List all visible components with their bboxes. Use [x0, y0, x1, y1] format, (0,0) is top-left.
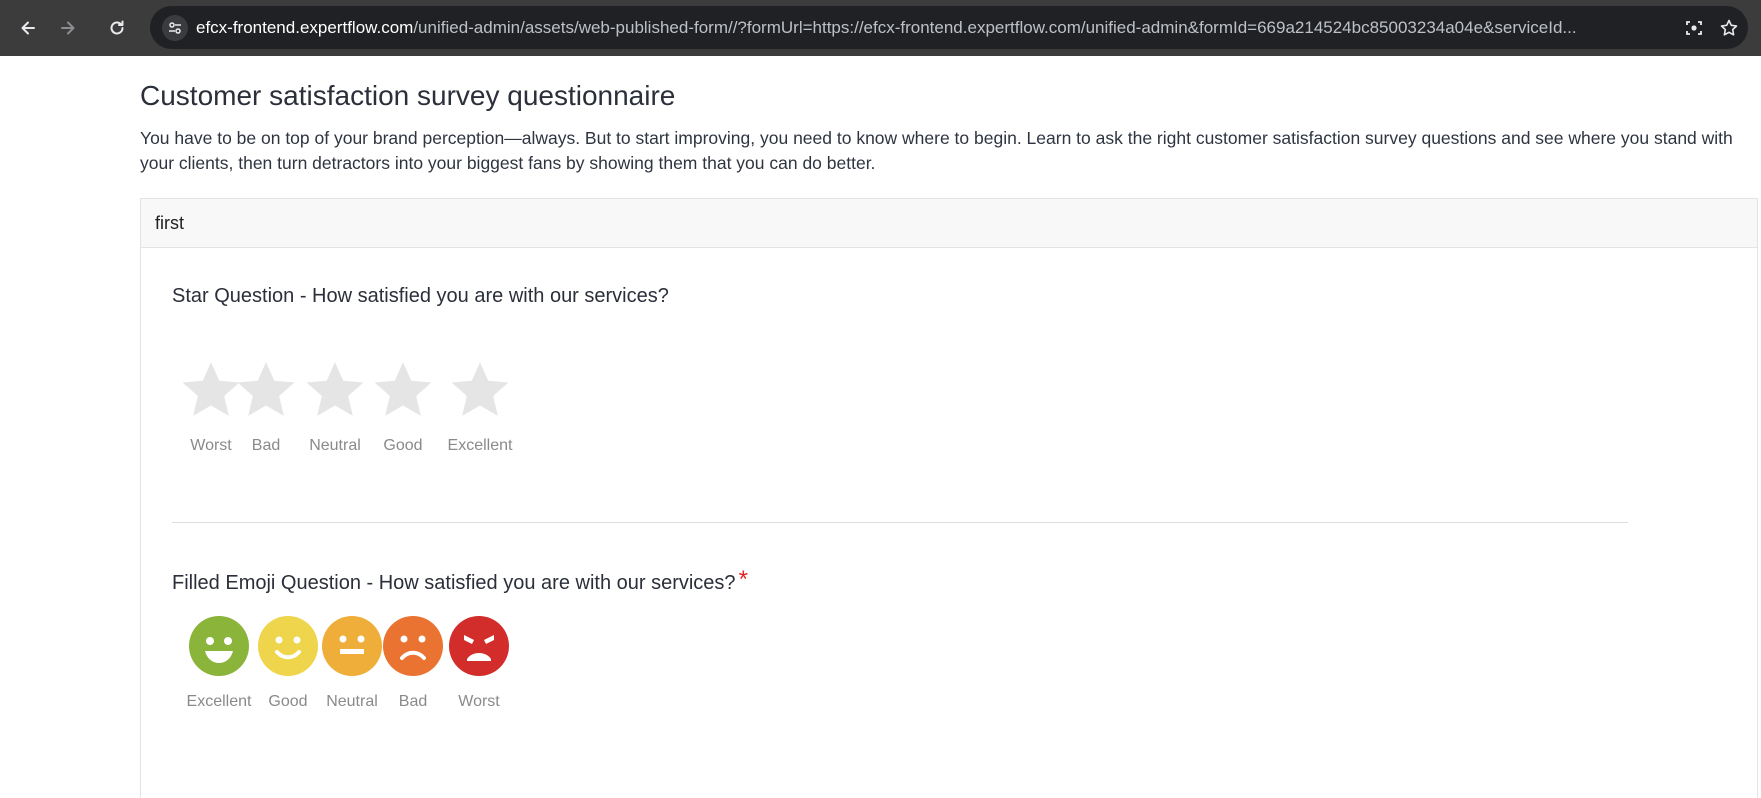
rating-label: Neutral [309, 437, 361, 454]
arrow-right-icon [61, 21, 75, 35]
star-icon [451, 362, 509, 416]
angry-face-icon [449, 616, 509, 676]
arrow-left-icon [21, 21, 35, 35]
address-bar[interactable]: efcx-frontend.expertflow.com/unified-adm… [150, 6, 1748, 49]
smile-face-icon [258, 616, 318, 676]
section-title: first [141, 199, 1757, 248]
reload-icon [110, 20, 124, 35]
star-option-bad[interactable]: Bad [235, 359, 297, 455]
screenshot-search-icon [1686, 21, 1702, 35]
emoji-option-excellent[interactable]: Excellent [181, 615, 257, 711]
star-outline-icon [1720, 19, 1738, 36]
star-icon [237, 362, 295, 416]
page-description: You have to be on top of your brand perc… [140, 128, 1733, 173]
star-question-title: Star Question - How satisfied you are wi… [172, 285, 669, 307]
star-icon [182, 362, 240, 416]
question-divider [172, 522, 1628, 523]
page-title: Customer satisfaction survey questionnai… [140, 80, 676, 111]
lens-button[interactable] [1682, 16, 1706, 40]
rating-label: Excellent [447, 437, 513, 454]
emoji-rating[interactable]: Excellent Good Neutral Bad Worst [181, 615, 541, 725]
rating-label: Good [268, 693, 308, 710]
star-icon [374, 362, 432, 416]
star-icon [306, 362, 364, 416]
neutral-face-icon [322, 616, 382, 676]
url-text[interactable]: efcx-frontend.expertflow.com/unified-adm… [196, 6, 1676, 49]
tune-icon [169, 22, 181, 34]
form-section: first Star Question - How satisfied you … [140, 198, 1758, 798]
required-marker: * [738, 566, 748, 593]
star-rating[interactable]: Worst Bad Neutral Good Excellent [177, 359, 537, 469]
frown-face-icon [383, 616, 443, 676]
emoji-option-worst[interactable]: Worst [441, 615, 517, 711]
bookmark-button[interactable] [1717, 16, 1741, 40]
emoji-option-good[interactable]: Good [257, 615, 319, 711]
site-info-button[interactable] [162, 15, 188, 41]
emoji-option-neutral[interactable]: Neutral [319, 615, 385, 711]
forward-button[interactable] [52, 12, 84, 44]
star-option-excellent[interactable]: Excellent [437, 359, 523, 455]
emoji-option-bad[interactable]: Bad [383, 615, 443, 711]
survey-page: Customer satisfaction survey questionnai… [140, 56, 1761, 798]
rating-label: Good [383, 437, 423, 454]
emoji-question-text: Filled Emoji Question - How satisfied yo… [172, 572, 736, 594]
browser-toolbar: efcx-frontend.expertflow.com/unified-adm… [0, 0, 1761, 56]
star-option-neutral[interactable]: Neutral [300, 359, 370, 455]
grin-face-icon [189, 616, 249, 676]
rating-label: Neutral [326, 693, 378, 710]
rating-label: Bad [251, 437, 281, 454]
rating-label: Bad [398, 693, 428, 710]
star-option-good[interactable]: Good [371, 359, 435, 455]
rating-label: Worst [458, 693, 500, 710]
rating-label: Excellent [186, 693, 252, 710]
rating-label: Worst [190, 437, 232, 454]
reload-button[interactable] [101, 12, 133, 44]
back-button[interactable] [12, 12, 44, 44]
emoji-question-title: Filled Emoji Question - How satisfied yo… [172, 566, 748, 596]
url-path: /unified-admin/assets/web-published-form… [413, 18, 1577, 37]
url-host: efcx-frontend.expertflow.com [196, 18, 414, 37]
